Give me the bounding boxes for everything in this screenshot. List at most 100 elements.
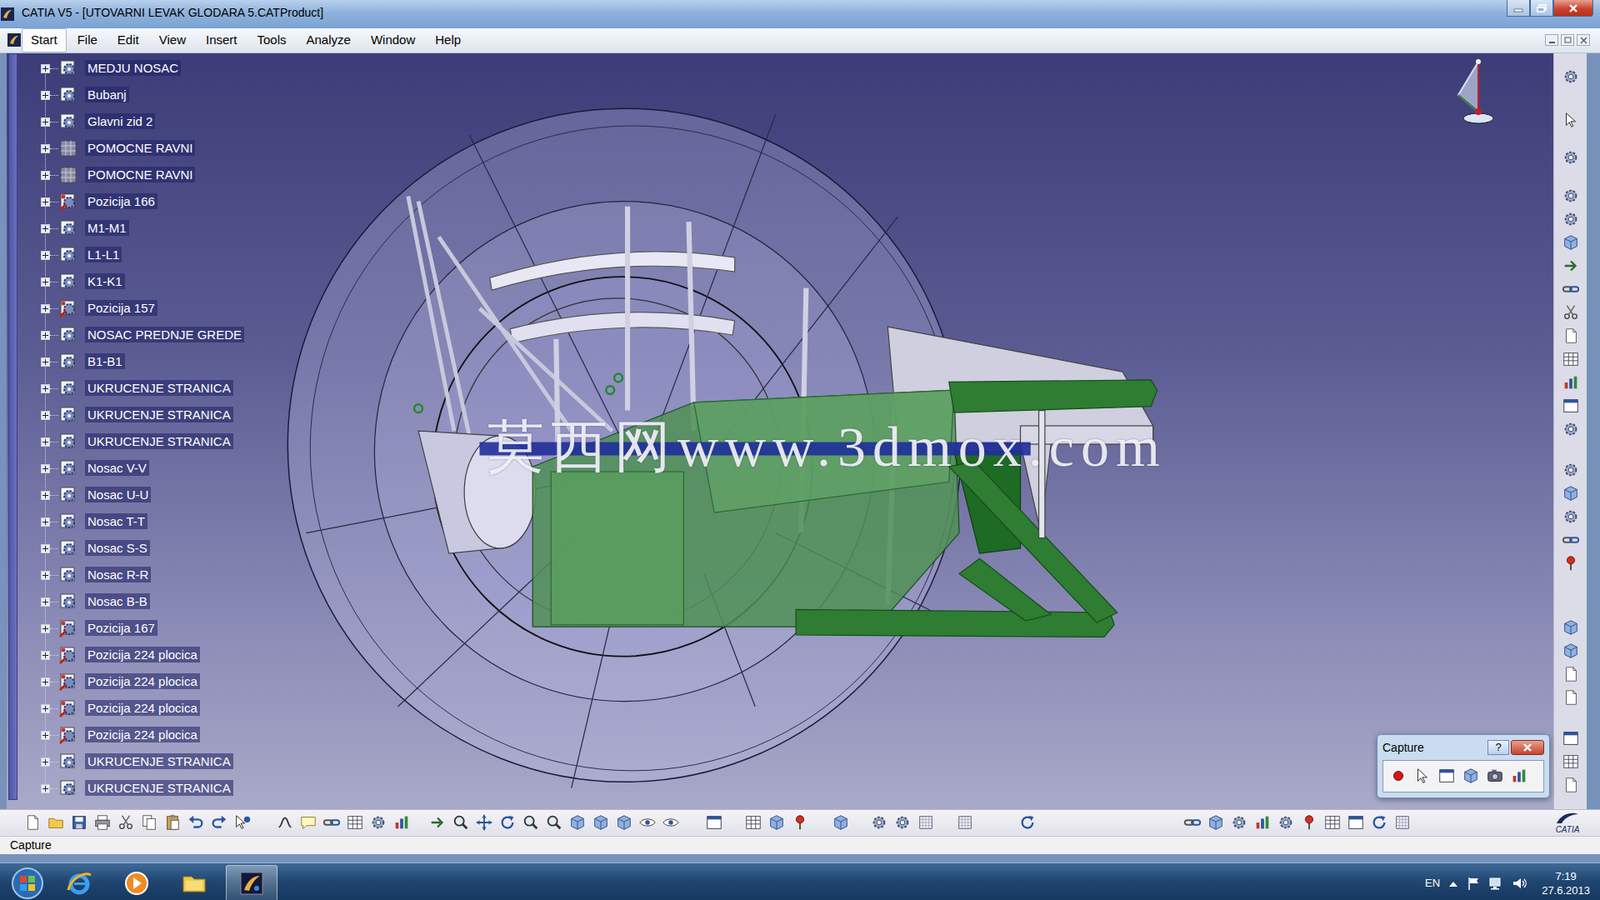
- minimize-button[interactable]: [1506, 0, 1530, 17]
- cube-icon[interactable]: [1561, 484, 1580, 503]
- compass-icon[interactable]: [1448, 58, 1507, 132]
- tree-item[interactable]: UKRUCENJE STRANICA: [6, 428, 274, 455]
- volume-icon[interactable]: [1511, 876, 1527, 890]
- cube-icon[interactable]: [1206, 813, 1225, 832]
- tool-button[interactable]: [1559, 370, 1583, 395]
- tool-button[interactable]: [1559, 481, 1583, 505]
- tool-button[interactable]: [890, 810, 915, 835]
- table-icon[interactable]: [345, 813, 365, 832]
- tool-button[interactable]: [390, 810, 414, 835]
- tree-item[interactable]: L1-L1: [6, 241, 274, 269]
- tool-button[interactable]: [1204, 810, 1228, 835]
- expand-toggle[interactable]: [40, 384, 50, 394]
- tool-button[interactable]: [1559, 615, 1583, 640]
- arrow-icon[interactable]: [428, 813, 447, 832]
- tool-button[interactable]: [1559, 750, 1583, 774]
- expand-toggle[interactable]: [40, 490, 50, 500]
- table-icon[interactable]: [744, 813, 763, 832]
- menu-item[interactable]: Analyze: [297, 28, 360, 53]
- assembly-icon[interactable]: [58, 218, 79, 239]
- tree-item-label[interactable]: Nosac B-B: [85, 593, 150, 610]
- file-explorer-icon[interactable]: [180, 870, 208, 897]
- gear-icon[interactable]: [1561, 420, 1580, 439]
- expand-toggle[interactable]: [40, 570, 50, 580]
- expand-toggle[interactable]: [40, 597, 50, 607]
- tool-button[interactable]: [1320, 810, 1345, 835]
- assembly-icon[interactable]: [58, 431, 79, 452]
- tool-button[interactable]: [1274, 810, 1298, 835]
- taskbar-button[interactable]: [110, 865, 163, 900]
- gear-icon[interactable]: [1561, 507, 1580, 526]
- tree-item[interactable]: Glavni zid 2: [6, 108, 274, 135]
- cube-icon[interactable]: [1461, 766, 1480, 785]
- tree-item-label[interactable]: Nosac V-V: [85, 460, 150, 476]
- tool-button[interactable]: [425, 810, 450, 835]
- menu-item[interactable]: File: [68, 28, 107, 53]
- gear-icon[interactable]: [1276, 813, 1295, 832]
- planes-icon[interactable]: [58, 165, 79, 185]
- gear-icon[interactable]: [1561, 67, 1580, 86]
- assembly-icon[interactable]: [58, 351, 79, 372]
- scissors-icon[interactable]: [1561, 303, 1580, 322]
- show-hidden-icons-icon[interactable]: [1448, 879, 1459, 888]
- expand-toggle[interactable]: [40, 410, 50, 420]
- tree-item[interactable]: Pozicija 166: [6, 188, 274, 215]
- tool-button[interactable]: [659, 810, 683, 835]
- doc-icon[interactable]: [1561, 775, 1580, 795]
- tool-button[interactable]: [1559, 300, 1583, 325]
- save-icon[interactable]: [70, 813, 89, 832]
- assembly-icon[interactable]: [58, 591, 79, 612]
- tool-button[interactable]: [1559, 347, 1583, 371]
- tool-button[interactable]: [829, 810, 853, 835]
- tool-button[interactable]: [765, 810, 789, 835]
- tool-button[interactable]: [114, 810, 138, 835]
- menu-item[interactable]: Edit: [108, 28, 149, 53]
- function-icon[interactable]: [275, 813, 295, 832]
- expand-toggle[interactable]: [40, 437, 50, 447]
- tool-button[interactable]: [273, 810, 297, 835]
- tool-button[interactable]: [1559, 145, 1583, 170]
- tree-item-label[interactable]: MEDJU NOSAC: [85, 60, 181, 76]
- tool-button[interactable]: [565, 810, 590, 835]
- tool-button[interactable]: [1559, 458, 1583, 482]
- pinned-assembly-icon[interactable]: [58, 191, 79, 212]
- tree-scrollbar[interactable]: [8, 53, 18, 800]
- restore-icon[interactable]: [1536, 4, 1547, 13]
- tool-button[interactable]: [1559, 726, 1583, 750]
- tool-button[interactable]: [612, 810, 636, 835]
- tool-button[interactable]: [914, 810, 938, 835]
- tree-item-label[interactable]: UKRUCENJE STRANICA: [85, 753, 234, 770]
- expand-toggle[interactable]: [40, 784, 50, 794]
- menu-item[interactable]: Window: [361, 28, 425, 53]
- tree-item-label[interactable]: NOSAC PREDNJE GREDE: [85, 326, 245, 343]
- assembly-icon[interactable]: [58, 378, 79, 399]
- pin-icon[interactable]: [790, 813, 810, 832]
- network-icon[interactable]: [1488, 876, 1504, 890]
- expand-toggle[interactable]: [40, 704, 50, 714]
- cursor-icon[interactable]: [1413, 766, 1432, 785]
- tool-button[interactable]: [953, 810, 977, 835]
- assembly-icon[interactable]: [58, 485, 79, 505]
- tool-button[interactable]: [1559, 551, 1583, 575]
- assembly-icon[interactable]: [58, 111, 79, 132]
- pin-icon[interactable]: [1300, 813, 1319, 832]
- tool-button[interactable]: [1559, 108, 1583, 132]
- expand-toggle[interactable]: [40, 170, 50, 180]
- viewport-3d[interactable]: MEDJU NOSACBubanjGlavni zid 2POMOCNE RAV…: [6, 53, 1554, 810]
- expand-toggle[interactable]: [40, 517, 50, 527]
- tool-button[interactable]: [788, 810, 812, 835]
- tool-button[interactable]: [366, 810, 390, 835]
- tree-item-label[interactable]: UKRUCENJE STRANICA: [85, 433, 234, 450]
- pinned-assembly-icon[interactable]: [58, 725, 79, 745]
- tool-button[interactable]: [1559, 662, 1583, 686]
- planes-icon[interactable]: [58, 138, 79, 159]
- catia-doc-icon[interactable]: [6, 32, 22, 48]
- grid-icon[interactable]: [1393, 813, 1412, 832]
- link-icon[interactable]: [322, 813, 341, 832]
- pan-icon[interactable]: [475, 813, 494, 832]
- gear-icon[interactable]: [1230, 813, 1249, 832]
- tool-button[interactable]: [1180, 810, 1205, 835]
- menu-item[interactable]: Start: [21, 28, 67, 53]
- pinned-assembly-icon[interactable]: [58, 671, 79, 692]
- cube-icon[interactable]: [767, 813, 786, 832]
